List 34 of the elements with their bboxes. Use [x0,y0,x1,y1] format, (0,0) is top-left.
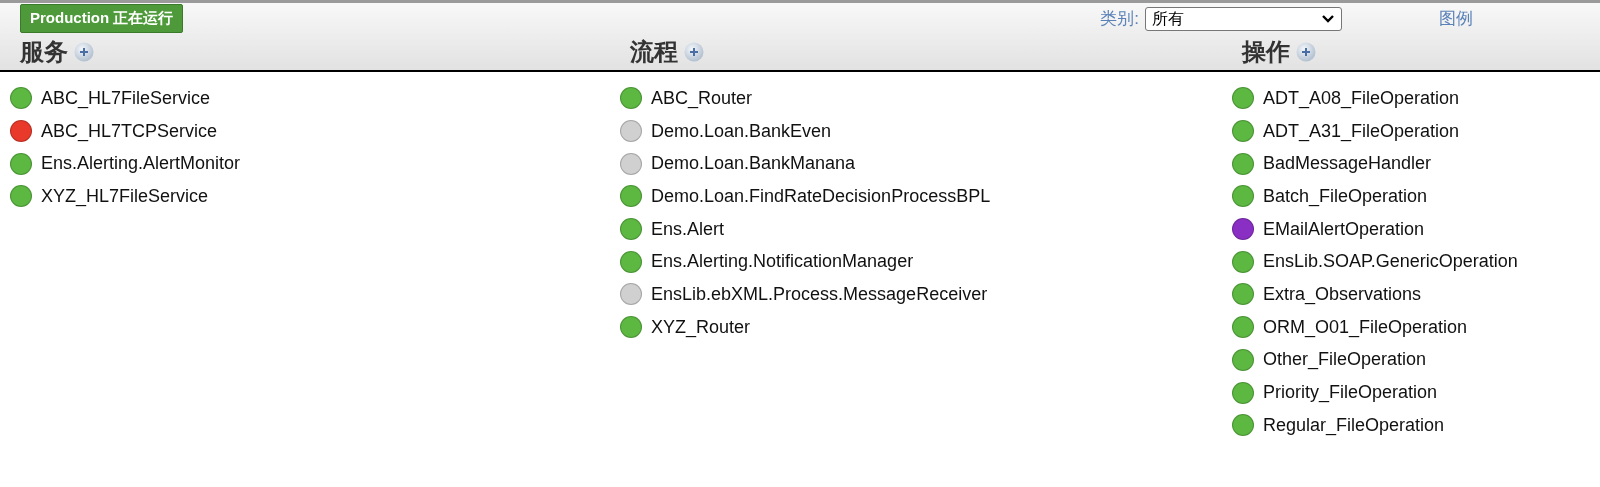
component-name[interactable]: ABC_HL7FileService [41,84,211,112]
component-name[interactable]: Ens.Alerting.NotificationManager [651,248,914,276]
component-name[interactable]: ADT_A08_FileOperation [1263,84,1460,112]
add-icon[interactable] [684,42,704,62]
category-select[interactable]: 所有 [1145,6,1342,31]
component-name[interactable]: Demo.Loan.BankManana [651,150,856,178]
filter-label: 类别: [1100,7,1139,30]
component-name[interactable]: EnsLib.ebXML.Process.MessageReceiver [651,280,988,308]
component-name[interactable]: EMailAlertOperation [1263,215,1425,243]
column-heading: 服务 [20,37,68,67]
component-name[interactable]: ORM_O01_FileOperation [1263,313,1468,341]
component-name[interactable]: Other_FileOperation [1263,346,1427,374]
component-name[interactable]: ABC_Router [651,84,753,112]
column-heading: 操作 [1242,37,1290,67]
component-name[interactable]: XYZ_Router [651,313,751,341]
add-icon[interactable] [1296,42,1316,62]
status-badge: Production 正在运行 [20,4,184,33]
component-name[interactable]: Demo.Loan.FindRateDecisionProcessBPL [651,182,991,210]
component-name[interactable]: ABC_HL7TCPService [41,117,218,145]
component-name[interactable]: Priority_FileOperation [1263,379,1438,407]
component-name[interactable]: EnsLib.SOAP.GenericOperation [1263,248,1518,276]
component-name[interactable]: Ens.Alerting.AlertMonitor [41,150,241,178]
component-name[interactable]: Regular_FileOperation [1263,411,1445,439]
component-name[interactable]: Demo.Loan.BankEven [651,117,832,145]
chevron-down-icon [1321,13,1335,24]
component-name[interactable]: BadMessageHandler [1263,150,1432,178]
column-heading: 流程 [630,37,678,67]
legend-link[interactable]: 图例 [1439,5,1473,32]
component-name[interactable]: Ens.Alert [651,215,725,243]
component-name[interactable]: Batch_FileOperation [1263,182,1428,210]
add-icon[interactable] [74,42,94,62]
component-name[interactable]: ADT_A31_FileOperation [1263,117,1460,145]
component-name[interactable]: XYZ_HL7FileService [41,182,209,210]
component-name[interactable]: Extra_Observations [1263,280,1422,308]
